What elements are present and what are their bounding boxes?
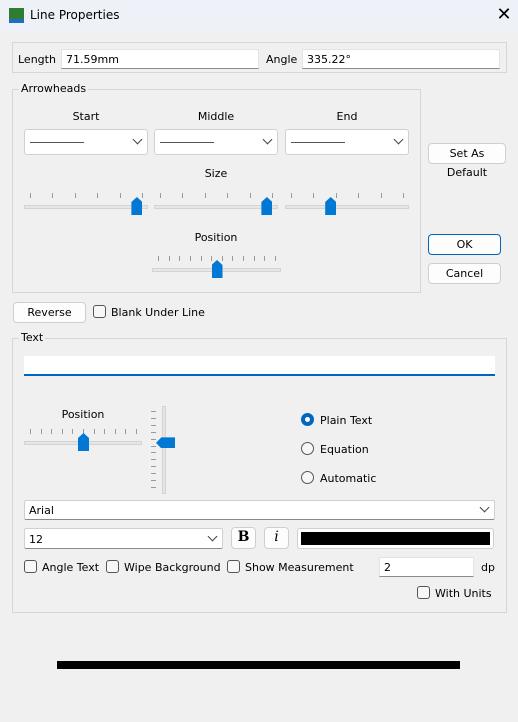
chevron-down-icon <box>207 531 218 542</box>
slider-tick <box>30 193 31 198</box>
slider-tick <box>275 256 276 261</box>
end-arrowhead-select[interactable] <box>285 129 409 155</box>
slider-tick <box>232 256 234 261</box>
slider-tick <box>272 193 273 198</box>
arrowheads-legend: Arrowheads <box>19 82 89 95</box>
italic-button[interactable]: i <box>264 527 289 549</box>
plain-text-label: Plain Text <box>320 414 373 427</box>
angle-label: Angle <box>266 53 298 66</box>
angle-text-label: Angle Text <box>42 561 100 574</box>
slider-tick <box>200 256 202 261</box>
slider-tick <box>291 193 292 198</box>
font-select[interactable]: Arial <box>24 500 495 520</box>
slider-tick <box>335 193 337 198</box>
chevron-down-icon <box>262 134 273 145</box>
font-size-select[interactable]: 12 <box>24 528 223 549</box>
blank-under-line-checkbox[interactable] <box>93 305 106 318</box>
slider-tick <box>358 193 360 198</box>
blank-under-line-label: Blank Under Line <box>111 306 205 319</box>
slider-tick <box>182 193 184 198</box>
line-style-preview <box>291 142 345 143</box>
slider-tick <box>74 193 76 198</box>
slider-tick <box>253 256 255 261</box>
chevron-down-icon <box>479 502 490 513</box>
middle-label: Middle <box>197 110 235 123</box>
slider-tick <box>403 193 404 198</box>
middle-arrowhead-select[interactable] <box>154 129 278 155</box>
equation-label: Equation <box>320 443 369 456</box>
ok-button[interactable]: OK <box>428 234 501 255</box>
decimal-places-input[interactable]: 2 <box>379 557 474 577</box>
wipe-background-checkbox[interactable] <box>106 560 119 573</box>
show-measurement-label: Show Measurement <box>245 561 354 574</box>
angle-text-checkbox[interactable] <box>24 560 37 573</box>
slider-tick <box>264 256 266 261</box>
slider-tick <box>119 193 121 198</box>
size-start-slider-track[interactable] <box>24 205 148 209</box>
slider-tick <box>158 256 159 261</box>
equation-radio[interactable] <box>301 442 314 455</box>
font-size-value: 12 <box>29 533 43 546</box>
slider-tick <box>249 193 251 198</box>
show-measurement-checkbox[interactable] <box>227 560 240 573</box>
length-label: Length <box>18 53 56 66</box>
line-style-preview <box>160 142 214 143</box>
angle-input[interactable]: 335.22° <box>302 49 500 69</box>
slider-tick <box>380 193 382 198</box>
size-end-slider-track[interactable] <box>285 205 409 209</box>
slider-tick <box>52 193 54 198</box>
set-as-default-button[interactable]: Set As Default <box>428 143 506 179</box>
text-input[interactable] <box>24 356 495 376</box>
slider-tick <box>313 193 315 198</box>
plain-text-radio[interactable] <box>301 413 314 426</box>
chevron-down-icon <box>393 134 404 145</box>
slider-tick <box>211 256 213 261</box>
text-legend: Text <box>19 331 46 344</box>
slider-tick <box>168 256 170 261</box>
line-preview <box>57 661 460 669</box>
font-value: Arial <box>29 504 54 517</box>
slider-tick <box>221 256 223 261</box>
with-units-label: With Units <box>435 587 492 600</box>
reverse-button[interactable]: Reverse <box>13 302 86 323</box>
slider-tick <box>227 193 229 198</box>
start-label: Start <box>72 110 100 123</box>
with-units-checkbox[interactable] <box>417 586 430 599</box>
slider-tick <box>97 193 99 198</box>
slider-tick <box>189 256 191 261</box>
size-middle-slider-track[interactable] <box>154 205 278 209</box>
position-label: Position <box>194 231 238 244</box>
automatic-radio[interactable] <box>301 471 314 484</box>
dp-label: dp <box>481 561 495 574</box>
slider-tick <box>160 193 161 198</box>
cancel-button[interactable]: Cancel <box>428 263 501 284</box>
window-title: Line Properties <box>30 8 120 22</box>
text-position-label: Position <box>61 408 105 421</box>
slider-tick <box>142 193 143 198</box>
line-style-preview <box>30 142 84 143</box>
length-input[interactable]: 71.59mm <box>61 49 259 69</box>
slider-tick <box>204 193 206 198</box>
automatic-label: Automatic <box>320 472 377 485</box>
wipe-background-label: Wipe Background <box>124 561 221 574</box>
chevron-down-icon <box>132 134 143 145</box>
slider-tick <box>179 256 181 261</box>
size-label: Size <box>204 167 228 180</box>
text-color-button[interactable] <box>297 528 494 549</box>
color-swatch <box>301 532 490 545</box>
close-icon[interactable]: ✕ <box>494 4 514 25</box>
app-icon <box>9 8 24 23</box>
start-arrowhead-select[interactable] <box>24 129 148 155</box>
slider-tick <box>243 256 245 261</box>
end-label: End <box>336 110 358 123</box>
bold-button[interactable]: B <box>231 527 256 549</box>
